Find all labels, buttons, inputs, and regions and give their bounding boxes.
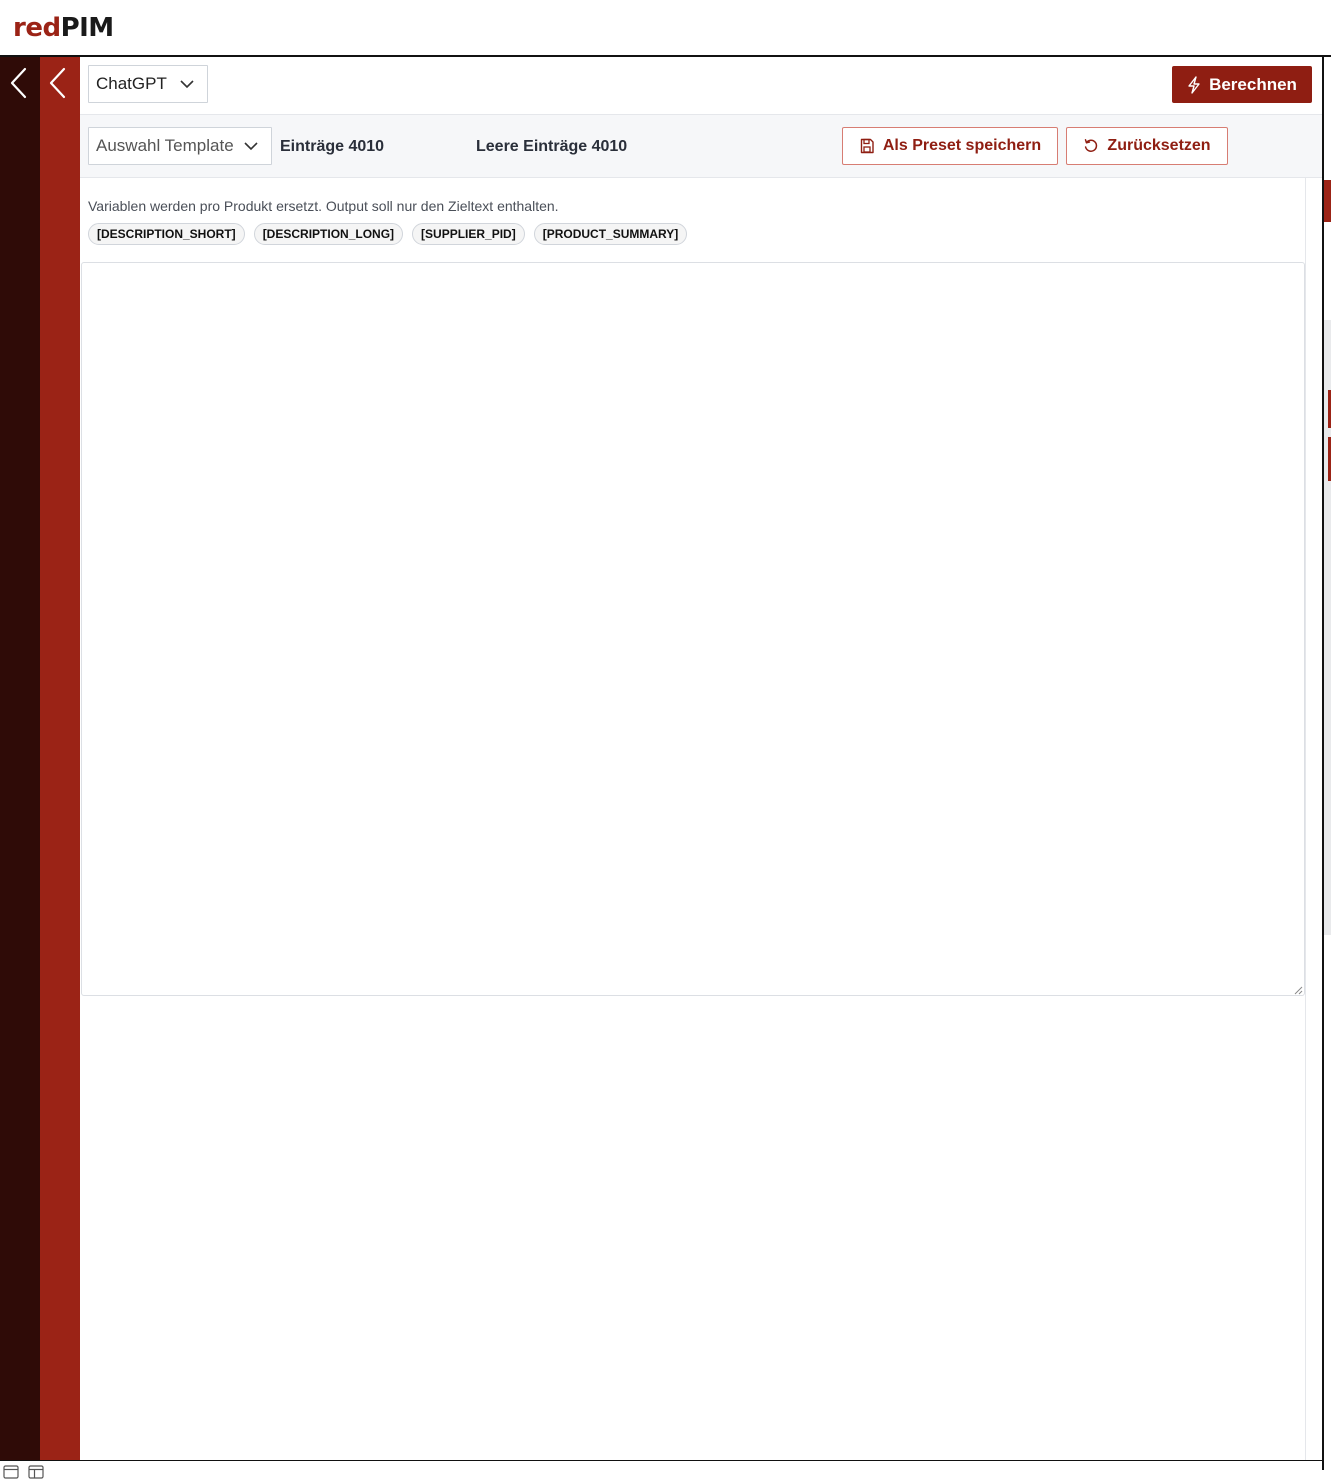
- resize-handle-icon[interactable]: [1294, 986, 1303, 995]
- save-preset-label: Als Preset speichern: [882, 137, 1042, 154]
- reset-button[interactable]: Zurücksetzen: [1066, 127, 1228, 165]
- chevron-down-icon: [243, 140, 259, 152]
- layout-split-icon[interactable]: [28, 1465, 44, 1479]
- window-icon[interactable]: [3, 1465, 19, 1479]
- main-panel: ChatGPT Berechnen Auswahl Template Eintr…: [80, 57, 1322, 1460]
- top-toolbar: ChatGPT Berechnen: [80, 57, 1322, 115]
- variable-chip[interactable]: [DESCRIPTION_LONG]: [253, 223, 404, 245]
- variables-hint: Variablen werden pro Produkt ersetzt. Ou…: [88, 198, 559, 214]
- undo-icon: [1085, 139, 1098, 152]
- chevron-down-icon: [179, 78, 195, 90]
- app-header: redPIM: [0, 0, 1331, 55]
- background-panel-accent: [1324, 180, 1331, 222]
- model-select-value: ChatGPT: [96, 74, 167, 93]
- logo-red-part: red: [13, 13, 61, 43]
- logo[interactable]: redPIM: [13, 12, 114, 44]
- content-scrollbar[interactable]: [1305, 178, 1322, 1460]
- panel-bottom-border: [0, 1460, 1324, 1461]
- variable-chip[interactable]: [SUPPLIER_PID]: [412, 223, 525, 245]
- variable-chips: [DESCRIPTION_SHORT] [DESCRIPTION_LONG] […: [88, 223, 688, 245]
- save-preset-button[interactable]: Als Preset speichern: [842, 127, 1058, 165]
- chevron-left-icon: [10, 67, 27, 99]
- template-select-value: Auswahl Template: [96, 136, 234, 155]
- reset-label: Zurücksetzen: [1107, 137, 1211, 154]
- prompt-editor-area: Variablen werden pro Produkt ersetzt. Ou…: [80, 178, 1305, 1460]
- variable-chip[interactable]: [DESCRIPTION_SHORT]: [88, 223, 245, 245]
- calculate-button[interactable]: Berechnen: [1172, 66, 1312, 103]
- sidebar-inner: [40, 57, 80, 1460]
- collapse-inner-button[interactable]: [47, 66, 71, 100]
- collapse-outer-button[interactable]: [8, 66, 32, 100]
- entries-count: Einträge 4010: [280, 138, 385, 155]
- template-select[interactable]: Auswahl Template: [88, 127, 272, 165]
- template-toolbar: Auswahl Template Einträge 4010 Leere Ein…: [80, 115, 1322, 178]
- empty-entries-count: Leere Einträge 4010: [476, 138, 628, 155]
- logo-dark-part: PIM: [60, 13, 115, 43]
- variable-chip[interactable]: [PRODUCT_SUMMARY]: [533, 223, 688, 245]
- prompt-textarea[interactable]: [81, 262, 1305, 996]
- sidebar-outer: [0, 57, 40, 1460]
- chevron-left-icon: [49, 67, 66, 99]
- lightning-icon: [1188, 75, 1200, 94]
- model-select[interactable]: ChatGPT: [88, 65, 208, 103]
- floppy-disk-icon: [860, 138, 874, 154]
- calculate-label: Berechnen: [1209, 74, 1297, 94]
